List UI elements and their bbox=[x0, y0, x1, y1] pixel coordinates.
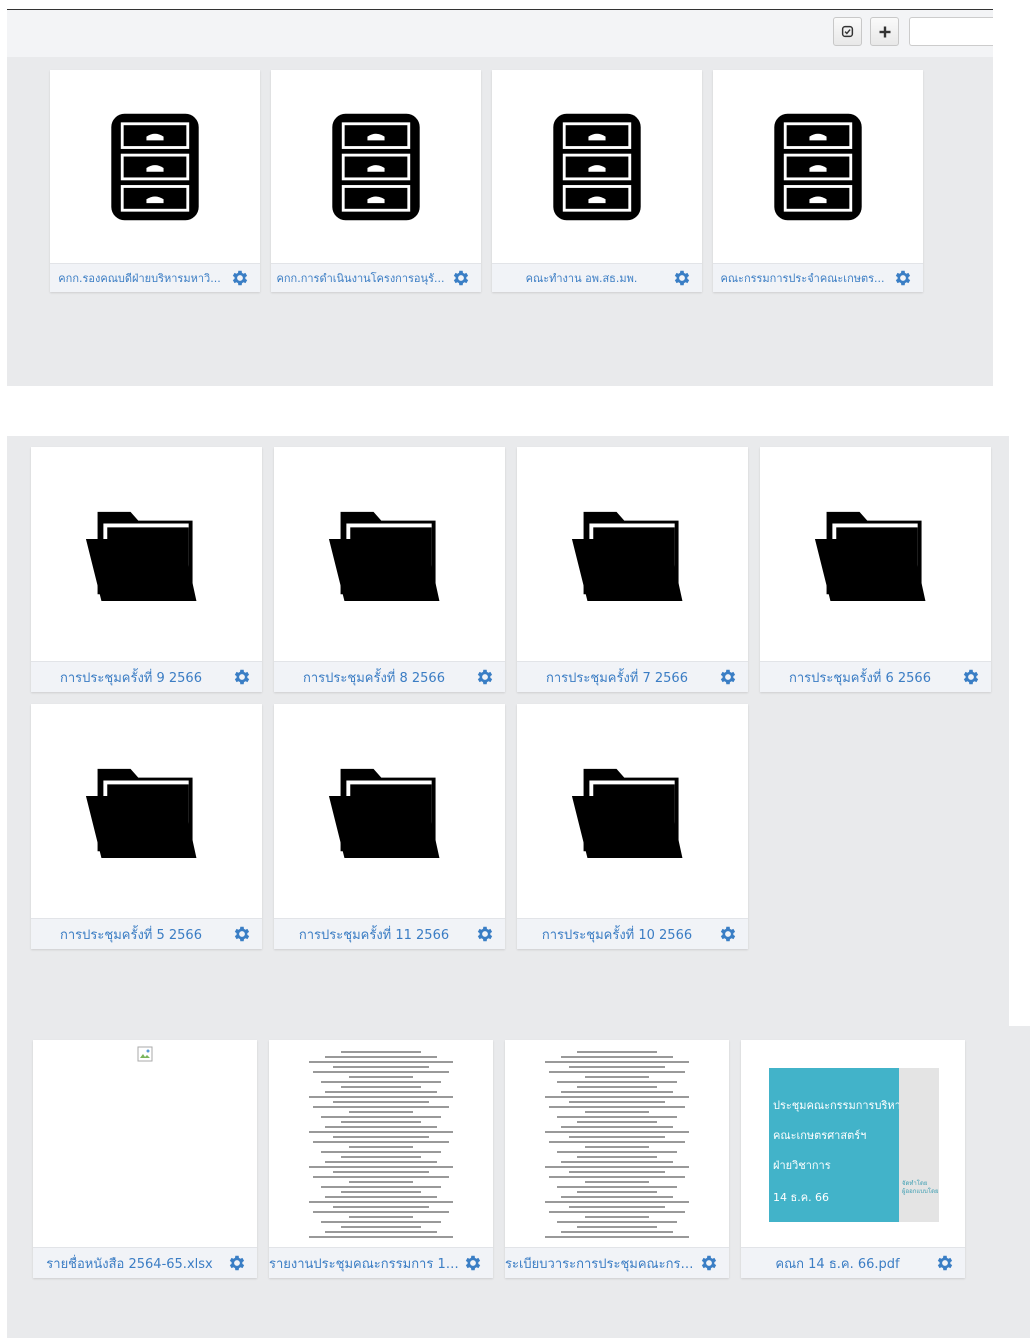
folder-card[interactable]: การประชุมครั้งที่ 10 2566 bbox=[517, 704, 748, 949]
settings-gear-icon[interactable] bbox=[462, 1252, 484, 1274]
item-label-bar: ระเบียบวาระการประชุมคณะกรรม... bbox=[505, 1247, 729, 1278]
item-label-bar: รายงานประชุมคณะกรรมการ 10-... bbox=[269, 1247, 493, 1278]
item-name-link[interactable]: การประชุมครั้งที่ 7 2566 bbox=[517, 667, 717, 688]
broken-image-preview[interactable] bbox=[33, 1040, 257, 1248]
item-name-link[interactable]: คกก.การดำเนินงานโครงการอนุรั... bbox=[271, 269, 450, 287]
add-button[interactable] bbox=[870, 17, 899, 46]
settings-gear-icon[interactable] bbox=[717, 923, 739, 945]
settings-gear-icon[interactable] bbox=[717, 666, 739, 688]
broken-image-icon bbox=[137, 1046, 153, 1062]
folder-card[interactable]: การประชุมครั้งที่ 5 2566 bbox=[31, 704, 262, 949]
item-label-bar: คณะกรรมการประจำคณะเกษตร... bbox=[713, 263, 923, 292]
file-card[interactable]: ระเบียบวาระการประชุมคณะกรรม... bbox=[505, 1040, 729, 1278]
search-input[interactable] bbox=[909, 17, 993, 46]
file-cabinet-icon[interactable] bbox=[713, 70, 923, 264]
item-name-link[interactable]: การประชุมครั้งที่ 10 2566 bbox=[517, 924, 717, 945]
item-name-link[interactable]: การประชุมครั้งที่ 6 2566 bbox=[760, 667, 960, 688]
pdf-cover-image: ประชุมคณะกรรมการบริหาร คณะเกษตรศาสตร์ฯ ฝ่า… bbox=[769, 1068, 939, 1222]
drawer-card[interactable]: คณะกรรมการประจำคณะเกษตร... bbox=[713, 70, 923, 292]
item-name-link[interactable]: การประชุมครั้งที่ 8 2566 bbox=[274, 667, 474, 688]
item-name-link[interactable]: คกก.รองคณบดีฝ่ายบริหารมหาวิ... bbox=[50, 269, 229, 287]
settings-gear-icon[interactable] bbox=[474, 923, 496, 945]
settings-gear-icon[interactable] bbox=[450, 267, 472, 289]
item-label-bar: การประชุมครั้งที่ 5 2566 bbox=[31, 918, 262, 949]
folder-open-icon[interactable] bbox=[274, 447, 505, 662]
folder-card[interactable]: การประชุมครั้งที่ 11 2566 bbox=[274, 704, 505, 949]
settings-gear-icon[interactable] bbox=[892, 267, 914, 289]
item-label-bar: การประชุมครั้งที่ 6 2566 bbox=[760, 661, 991, 692]
item-name-link[interactable]: ระเบียบวาระการประชุมคณะกรรม... bbox=[505, 1253, 698, 1274]
settings-gear-icon[interactable] bbox=[960, 666, 982, 688]
folder-card[interactable]: การประชุมครั้งที่ 7 2566 bbox=[517, 447, 748, 692]
settings-gear-icon[interactable] bbox=[671, 267, 693, 289]
file-cabinet-icon[interactable] bbox=[50, 70, 260, 264]
file-card[interactable]: ประชุมคณะกรรมการบริหาร คณะเกษตรศาสตร์ฯ ฝ่า… bbox=[741, 1040, 965, 1278]
item-name-link[interactable]: คณะกรรมการประจำคณะเกษตร... bbox=[713, 269, 892, 287]
item-label-bar: การประชุมครั้งที่ 9 2566 bbox=[31, 661, 262, 692]
check-square-icon bbox=[841, 25, 854, 38]
file-cabinet-icon[interactable] bbox=[492, 70, 702, 264]
settings-gear-icon[interactable] bbox=[231, 923, 253, 945]
item-label-bar: การประชุมครั้งที่ 11 2566 bbox=[274, 918, 505, 949]
item-label-bar: คกก.การดำเนินงานโครงการอนุรั... bbox=[271, 263, 481, 292]
toolbar bbox=[7, 10, 993, 57]
folder-card[interactable]: การประชุมครั้งที่ 6 2566 bbox=[760, 447, 991, 692]
settings-gear-icon[interactable] bbox=[226, 1252, 248, 1274]
item-name-link[interactable]: คณะทำงาน อพ.สธ.มพ. bbox=[492, 269, 671, 287]
pdf-preview[interactable]: ประชุมคณะกรรมการบริหาร คณะเกษตรศาสตร์ฯ ฝ่า… bbox=[741, 1040, 965, 1248]
item-name-link[interactable]: รายชื่อหนังสือ 2564-65.xlsx bbox=[33, 1253, 226, 1274]
item-label-bar: คกก.รองคณบดีฝ่ายบริหารมหาวิ... bbox=[50, 263, 260, 292]
item-label-bar: รายชื่อหนังสือ 2564-65.xlsx bbox=[33, 1247, 257, 1278]
drawer-card[interactable]: คณะทำงาน อพ.สธ.มพ. bbox=[492, 70, 702, 292]
drawer-card[interactable]: คกก.รองคณบดีฝ่ายบริหารมหาวิ... bbox=[50, 70, 260, 292]
item-label-bar: คณก 14 ธ.ค. 66.pdf bbox=[741, 1247, 965, 1278]
folder-card[interactable]: การประชุมครั้งที่ 9 2566 bbox=[31, 447, 262, 692]
file-card[interactable]: รายชื่อหนังสือ 2564-65.xlsx bbox=[33, 1040, 257, 1278]
item-label-bar: การประชุมครั้งที่ 8 2566 bbox=[274, 661, 505, 692]
file-card[interactable]: รายงานประชุมคณะกรรมการ 10-... bbox=[269, 1040, 493, 1278]
select-all-button[interactable] bbox=[833, 17, 862, 46]
file-cabinet-icon[interactable] bbox=[271, 70, 481, 264]
item-name-link[interactable]: รายงานประชุมคณะกรรมการ 10-... bbox=[269, 1253, 462, 1274]
document-preview[interactable] bbox=[505, 1040, 729, 1248]
drawer-card[interactable]: คกก.การดำเนินงานโครงการอนุรั... bbox=[271, 70, 481, 292]
item-label-bar: คณะทำงาน อพ.สธ.มพ. bbox=[492, 263, 702, 292]
folder-open-icon[interactable] bbox=[517, 704, 748, 919]
item-name-link[interactable]: คณก 14 ธ.ค. 66.pdf bbox=[741, 1253, 934, 1274]
folder-open-icon[interactable] bbox=[274, 704, 505, 919]
settings-gear-icon[interactable] bbox=[698, 1252, 720, 1274]
folder-open-icon[interactable] bbox=[31, 704, 262, 919]
folder-open-icon[interactable] bbox=[517, 447, 748, 662]
document-preview[interactable] bbox=[269, 1040, 493, 1248]
settings-gear-icon[interactable] bbox=[934, 1252, 956, 1274]
settings-gear-icon[interactable] bbox=[474, 666, 496, 688]
item-label-bar: การประชุมครั้งที่ 10 2566 bbox=[517, 918, 748, 949]
item-label-bar: การประชุมครั้งที่ 7 2566 bbox=[517, 661, 748, 692]
item-name-link[interactable]: การประชุมครั้งที่ 9 2566 bbox=[31, 667, 231, 688]
item-name-link[interactable]: การประชุมครั้งที่ 5 2566 bbox=[31, 924, 231, 945]
settings-gear-icon[interactable] bbox=[229, 267, 251, 289]
plus-icon bbox=[879, 26, 890, 37]
item-name-link[interactable]: การประชุมครั้งที่ 11 2566 bbox=[274, 924, 474, 945]
settings-gear-icon[interactable] bbox=[231, 666, 253, 688]
folder-open-icon[interactable] bbox=[760, 447, 991, 662]
folder-open-icon[interactable] bbox=[31, 447, 262, 662]
folder-card[interactable]: การประชุมครั้งที่ 8 2566 bbox=[274, 447, 505, 692]
